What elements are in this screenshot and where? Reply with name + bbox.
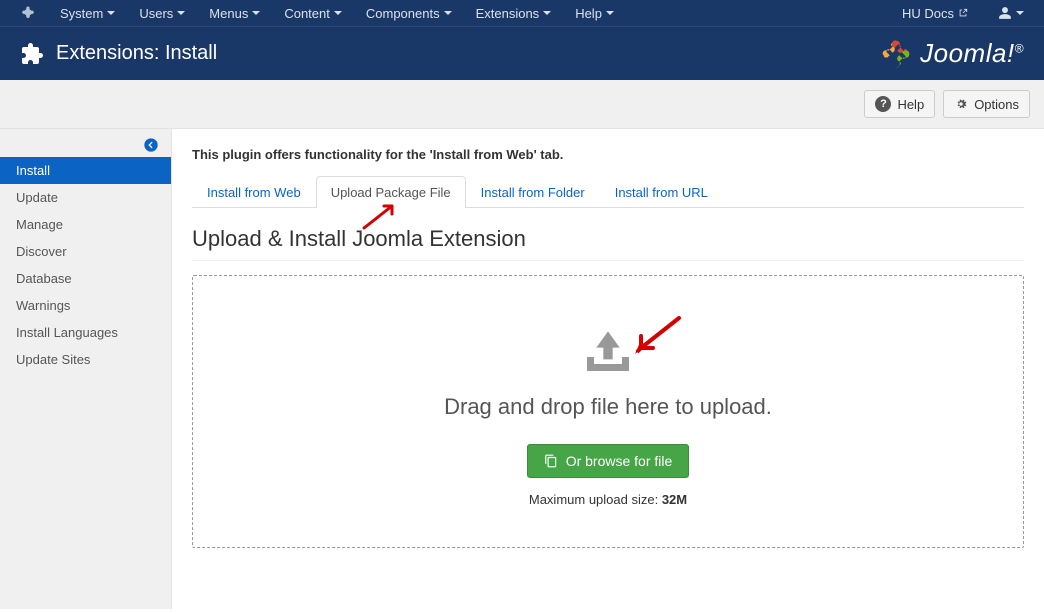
sidebar-item-warnings[interactable]: Warnings xyxy=(0,292,171,319)
browse-file-button[interactable]: Or browse for file xyxy=(527,444,690,478)
tab-install-from-folder[interactable]: Install from Folder xyxy=(466,176,600,208)
sidebar-item-manage[interactable]: Manage xyxy=(0,211,171,238)
sidebar-list: Install Update Manage Discover Database … xyxy=(0,157,171,373)
sidebar-item-install-languages[interactable]: Install Languages xyxy=(0,319,171,346)
menu-users[interactable]: Users xyxy=(129,2,195,25)
menu-menus[interactable]: Menus xyxy=(199,2,270,25)
brand-logo: Joomla!® xyxy=(878,36,1024,72)
section-title: Upload & Install Joomla Extension xyxy=(192,226,1024,261)
menu-content[interactable]: Content xyxy=(274,2,352,25)
sidebar: Install Update Manage Discover Database … xyxy=(0,129,172,609)
content-area: This plugin offers functionality for the… xyxy=(172,129,1044,609)
top-navbar: System Users Menus Content Components Ex… xyxy=(0,0,1044,26)
tab-install-from-url[interactable]: Install from URL xyxy=(600,176,723,208)
docs-link[interactable]: HU Docs xyxy=(892,2,978,25)
sidebar-item-update[interactable]: Update xyxy=(0,184,171,211)
joomla-home-icon[interactable] xyxy=(10,1,46,25)
toolbar: ? Help Options xyxy=(0,80,1044,129)
menu-components[interactable]: Components xyxy=(356,2,462,25)
sidebar-item-discover[interactable]: Discover xyxy=(0,238,171,265)
upload-dropzone[interactable]: Drag and drop file here to upload. Or br… xyxy=(192,275,1024,548)
annotation-arrow-upload xyxy=(633,316,683,359)
page-title: Extensions: Install xyxy=(56,42,217,65)
install-tabs: Install from Web Upload Package File Ins… xyxy=(192,176,1024,208)
options-button[interactable]: Options xyxy=(943,90,1030,118)
sidebar-item-update-sites[interactable]: Update Sites xyxy=(0,346,171,373)
user-menu[interactable] xyxy=(988,2,1034,24)
brand-text: Joomla!® xyxy=(920,38,1024,69)
question-icon: ? xyxy=(875,96,891,112)
gear-icon xyxy=(954,97,968,111)
puzzle-icon xyxy=(20,42,44,66)
menu-extensions[interactable]: Extensions xyxy=(466,2,562,25)
tab-install-from-web[interactable]: Install from Web xyxy=(192,176,316,208)
plugin-notice: This plugin offers functionality for the… xyxy=(192,147,1024,162)
collapse-sidebar-icon[interactable] xyxy=(143,137,159,153)
sidebar-item-install[interactable]: Install xyxy=(0,157,171,184)
upload-icon xyxy=(580,326,636,374)
title-bar: Extensions: Install Joomla!® xyxy=(0,26,1044,80)
dropzone-text: Drag and drop file here to upload. xyxy=(213,394,1003,420)
sidebar-item-database[interactable]: Database xyxy=(0,265,171,292)
copy-icon xyxy=(544,454,558,468)
help-button[interactable]: ? Help xyxy=(864,90,935,118)
max-upload-size: Maximum upload size: 32M xyxy=(213,492,1003,507)
menu-system[interactable]: System xyxy=(50,2,125,25)
menu-help[interactable]: Help xyxy=(565,2,624,25)
tab-upload-package-file[interactable]: Upload Package File xyxy=(316,176,466,208)
